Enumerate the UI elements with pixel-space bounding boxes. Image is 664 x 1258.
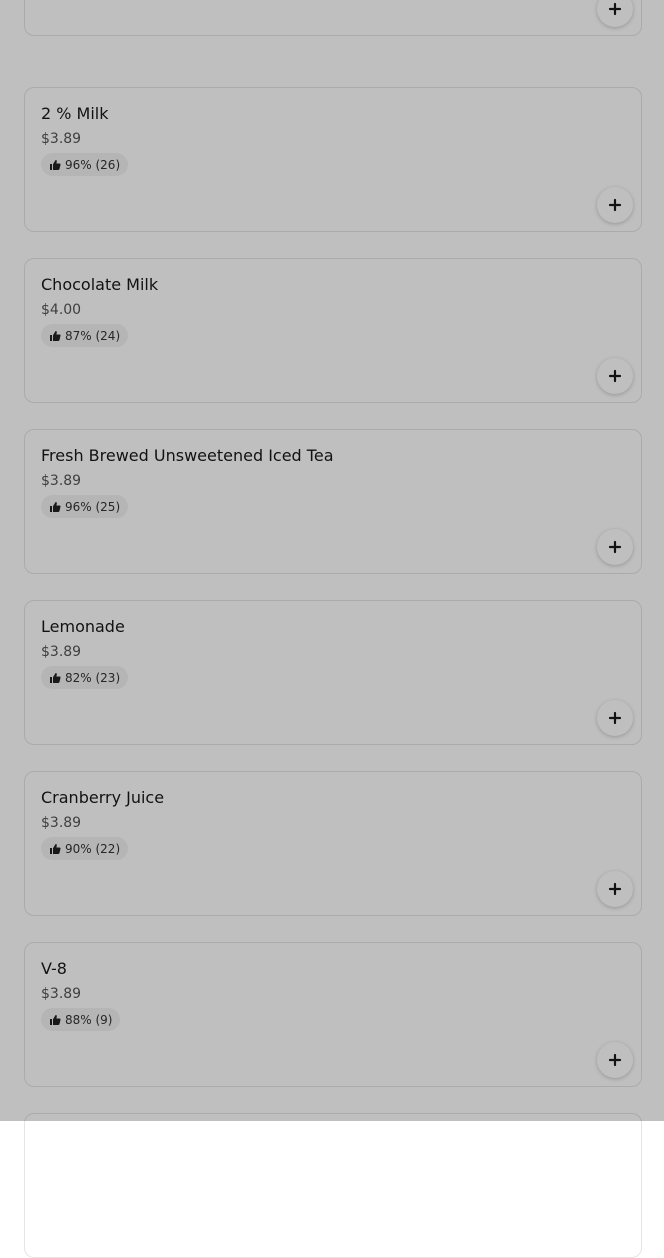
menu-item-card[interactable] (24, 1113, 642, 1258)
modal-backdrop-overlay[interactable] (0, 0, 664, 1121)
